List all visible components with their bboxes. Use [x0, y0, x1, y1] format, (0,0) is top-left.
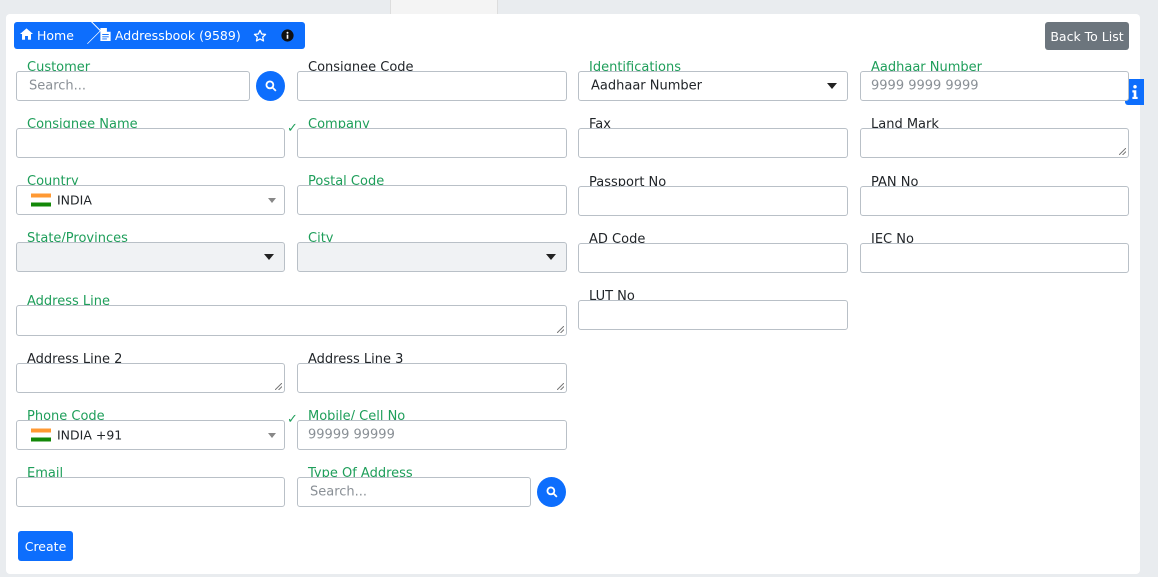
fax-input[interactable]	[578, 128, 848, 158]
iec-no-input[interactable]	[860, 243, 1129, 273]
aadhaar-number-input[interactable]: 9999 9999 9999	[860, 71, 1129, 101]
customer-search-button[interactable]	[256, 71, 285, 101]
mobile-input[interactable]: 99999 99999	[297, 420, 567, 450]
phone-code-value: INDIA +91	[57, 427, 123, 443]
city-select[interactable]	[297, 242, 567, 272]
type-of-address-search-button[interactable]	[537, 477, 566, 507]
resize-handle-icon[interactable]	[275, 383, 282, 390]
home-icon	[20, 28, 33, 43]
breadcrumb-home[interactable]: Home	[14, 22, 84, 49]
address-line-textarea[interactable]	[16, 305, 567, 336]
dropdown-caret-icon	[546, 254, 556, 260]
dropdown-caret-icon	[268, 433, 276, 438]
mobile-placeholder: 99999 99999	[308, 427, 395, 443]
address-line-2-textarea[interactable]	[16, 363, 285, 393]
document-icon	[100, 27, 111, 44]
back-to-list-button[interactable]: Back To List	[1045, 22, 1129, 50]
postal-code-input[interactable]	[297, 185, 567, 215]
resize-handle-icon[interactable]	[557, 326, 564, 333]
land-mark-textarea[interactable]	[860, 128, 1129, 158]
pan-no-input[interactable]	[860, 186, 1129, 216]
search-icon	[265, 80, 277, 92]
type-of-address-placeholder: Search...	[310, 484, 368, 500]
address-line-3-textarea[interactable]	[297, 363, 567, 393]
breadcrumb-page-label: Addressbook (9589)	[114, 28, 241, 43]
customer-placeholder: Search...	[29, 78, 87, 94]
dropdown-caret-icon	[264, 254, 274, 260]
identifications-select[interactable]: Aadhaar Number	[578, 71, 848, 101]
create-button[interactable]: Create	[18, 531, 73, 561]
consignee-code-input[interactable]	[297, 71, 567, 101]
company-input[interactable]	[297, 128, 567, 158]
breadcrumb: Home Addressbook (9589)	[14, 22, 305, 49]
country-select[interactable]: INDIA	[16, 185, 285, 215]
resize-handle-icon[interactable]	[1119, 148, 1126, 155]
info-circle-icon[interactable]	[279, 27, 297, 45]
customer-search-input[interactable]: Search...	[16, 71, 250, 101]
ad-code-input[interactable]	[578, 243, 848, 273]
passport-no-input[interactable]	[578, 186, 848, 216]
type-of-address-search-input[interactable]: Search...	[297, 477, 531, 507]
india-flag-icon	[31, 428, 51, 442]
resize-handle-icon[interactable]	[557, 383, 564, 390]
star-outline-icon[interactable]	[251, 27, 269, 45]
aadhaar-number-placeholder: 9999 9999 9999	[871, 78, 979, 94]
email-input[interactable]	[16, 477, 285, 507]
india-flag-icon	[31, 193, 51, 207]
breadcrumb-current: Addressbook (9589)	[84, 22, 305, 49]
country-value: INDIA	[57, 192, 92, 208]
breadcrumb-home-label: Home	[37, 28, 74, 43]
lut-no-input[interactable]	[578, 300, 848, 330]
identifications-value: Aadhaar Number	[591, 78, 702, 94]
dropdown-caret-icon	[268, 198, 276, 203]
state-select[interactable]	[16, 242, 285, 272]
consignee-name-input[interactable]	[16, 128, 285, 158]
search-icon	[546, 486, 558, 498]
phone-code-select[interactable]: INDIA +91	[16, 420, 285, 450]
dropdown-caret-icon	[827, 83, 837, 89]
